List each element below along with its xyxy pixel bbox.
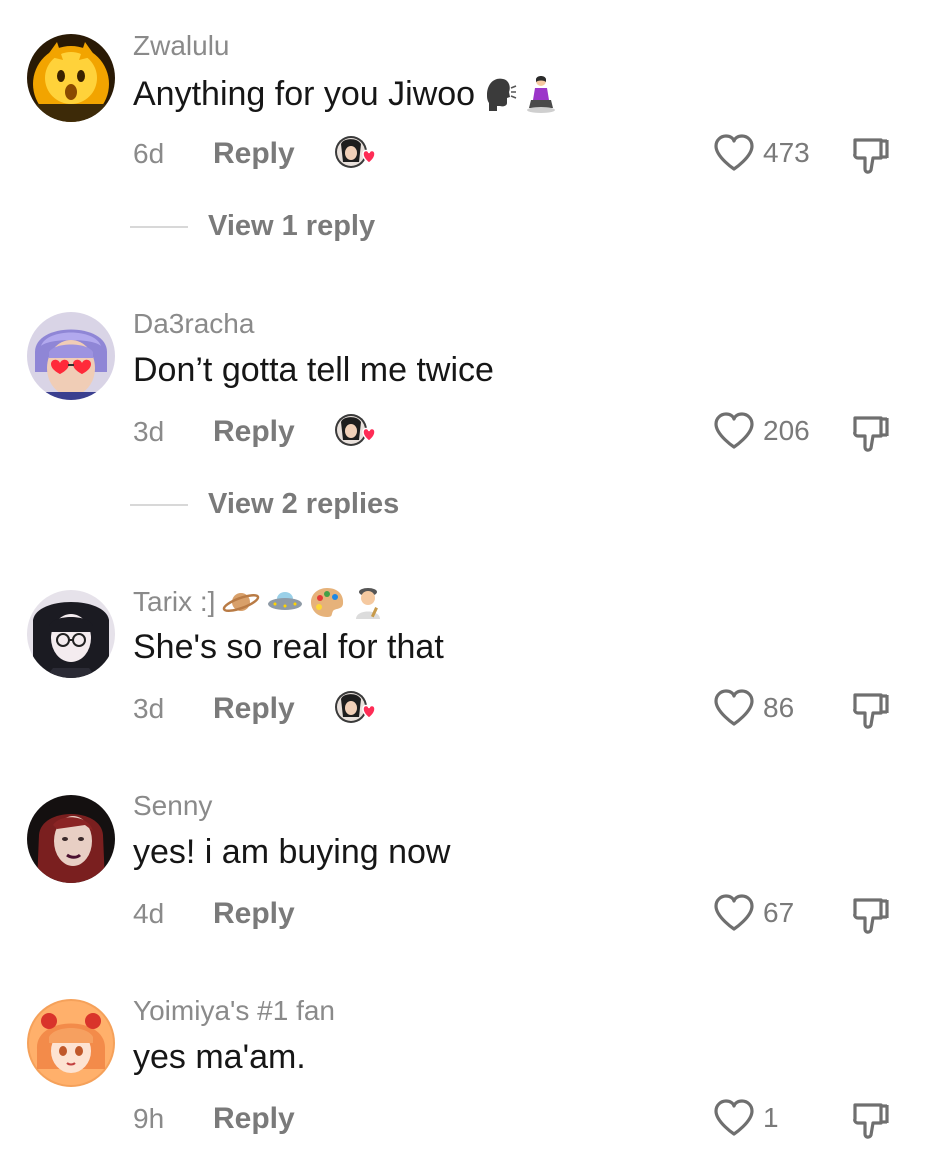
comment-meta: 3d Reply xyxy=(133,412,377,452)
comment-meta: 3d Reply xyxy=(133,689,377,729)
kneeling-woman-icon xyxy=(527,76,556,113)
creator-liked-badge xyxy=(333,412,377,452)
comment-text-content: Don’t gotta tell me twice xyxy=(133,351,494,389)
dislike-button[interactable] xyxy=(851,414,891,454)
reply-button[interactable]: Reply xyxy=(213,1102,295,1136)
like-count: 1 xyxy=(763,1102,779,1133)
thumbs-down-icon xyxy=(853,1103,889,1139)
view-replies-button[interactable]: View 1 reply xyxy=(130,210,375,243)
dislike-button[interactable] xyxy=(851,1101,891,1141)
comment-username[interactable]: Tarix :] xyxy=(133,585,385,619)
comment-text: Don’t gotta tell me twice xyxy=(133,351,494,390)
username-text: Yoimiya's #1 fan xyxy=(133,995,335,1026)
comment-time: 3d xyxy=(133,693,165,724)
like-count: 473 xyxy=(763,137,810,168)
view-replies-button[interactable]: View 2 replies xyxy=(130,488,399,521)
flying-saucer-icon xyxy=(268,592,303,610)
comment-time: 4d xyxy=(133,898,165,929)
anime-glasses-avatar-image xyxy=(27,590,115,678)
replies-divider-line xyxy=(130,225,188,228)
comment-meta: 6d Reply xyxy=(133,134,377,174)
avatar[interactable] xyxy=(27,999,115,1087)
comment-text: yes ma'am. xyxy=(133,1038,306,1077)
like-button[interactable]: 473 xyxy=(713,134,810,172)
creator-liked-badge xyxy=(333,134,377,174)
thumbs-down-icon xyxy=(853,138,889,174)
like-button[interactable]: 206 xyxy=(713,412,810,450)
creator-avatar-heart-icon xyxy=(334,414,376,446)
like-count: 67 xyxy=(763,897,795,928)
comment-text: Anything for you Jiwoo xyxy=(133,74,557,114)
thumbs-down-icon xyxy=(853,416,889,452)
heart-outline-icon xyxy=(714,689,754,726)
like-count: 86 xyxy=(763,692,795,723)
artist-palette-icon xyxy=(311,588,344,617)
heart-outline-icon xyxy=(714,894,754,931)
username-text: Senny xyxy=(133,790,213,821)
like-count: 206 xyxy=(763,415,810,446)
comment-text: She's so real for that xyxy=(133,628,444,667)
comment-text: yes! i am buying now xyxy=(133,833,451,872)
comment-meta: 4d Reply xyxy=(133,894,295,934)
anime-orange-hair-avatar-image xyxy=(27,999,115,1087)
replies-divider-line xyxy=(130,503,188,506)
comment-text-content: Anything for you Jiwoo xyxy=(133,74,476,113)
reply-button[interactable]: Reply xyxy=(213,897,295,931)
like-button[interactable]: 67 xyxy=(713,894,794,932)
reply-button[interactable]: Reply xyxy=(213,415,295,449)
thumbs-down-icon xyxy=(853,898,889,934)
creator-avatar-heart-icon xyxy=(334,136,376,168)
comment-username[interactable]: Zwalulu xyxy=(133,30,229,62)
dislike-button[interactable] xyxy=(851,896,891,936)
ringed-planet-icon xyxy=(223,593,260,612)
comment-text-content: yes ma'am. xyxy=(133,1038,306,1076)
avatar[interactable] xyxy=(27,312,115,400)
man-artist-icon xyxy=(356,588,381,619)
avatar[interactable] xyxy=(27,590,115,678)
username-text: Tarix :] xyxy=(133,586,216,617)
purple-hair-heart-glasses-avatar-image xyxy=(27,312,115,400)
speaking-head-icon xyxy=(487,78,517,111)
reply-button[interactable]: Reply xyxy=(213,137,295,171)
heart-outline-icon xyxy=(714,134,754,171)
heart-outline-icon xyxy=(714,1099,754,1136)
username-text: Da3racha xyxy=(133,308,255,339)
like-button[interactable]: 1 xyxy=(713,1099,779,1137)
avatar[interactable] xyxy=(27,795,115,883)
comment-text-content: yes! i am buying now xyxy=(133,833,451,871)
dislike-button[interactable] xyxy=(851,136,891,176)
view-replies-label: View 1 reply xyxy=(208,210,376,242)
dislike-button[interactable] xyxy=(851,691,891,731)
comment-time: 3d xyxy=(133,416,165,447)
thumbs-down-icon xyxy=(853,693,889,729)
like-button[interactable]: 86 xyxy=(713,689,794,727)
golden-cat-avatar-image xyxy=(27,34,115,122)
heart-outline-icon xyxy=(714,412,754,449)
comment-time: 6d xyxy=(133,138,165,169)
comment-meta: 9h Reply xyxy=(133,1099,295,1139)
creator-avatar-heart-icon xyxy=(334,691,376,723)
creator-liked-badge xyxy=(333,689,377,729)
reply-button[interactable]: Reply xyxy=(213,692,295,726)
comment-text-content: She's so real for that xyxy=(133,628,444,666)
avatar[interactable] xyxy=(27,34,115,122)
comment-time: 9h xyxy=(133,1103,165,1134)
comment-username[interactable]: Yoimiya's #1 fan xyxy=(133,995,335,1027)
comment-username[interactable]: Senny xyxy=(133,790,212,822)
view-replies-label: View 2 replies xyxy=(208,488,400,520)
username-text: Zwalulu xyxy=(133,30,230,61)
comment-username[interactable]: Da3racha xyxy=(133,308,254,340)
red-hair-woman-avatar-image xyxy=(27,795,115,883)
